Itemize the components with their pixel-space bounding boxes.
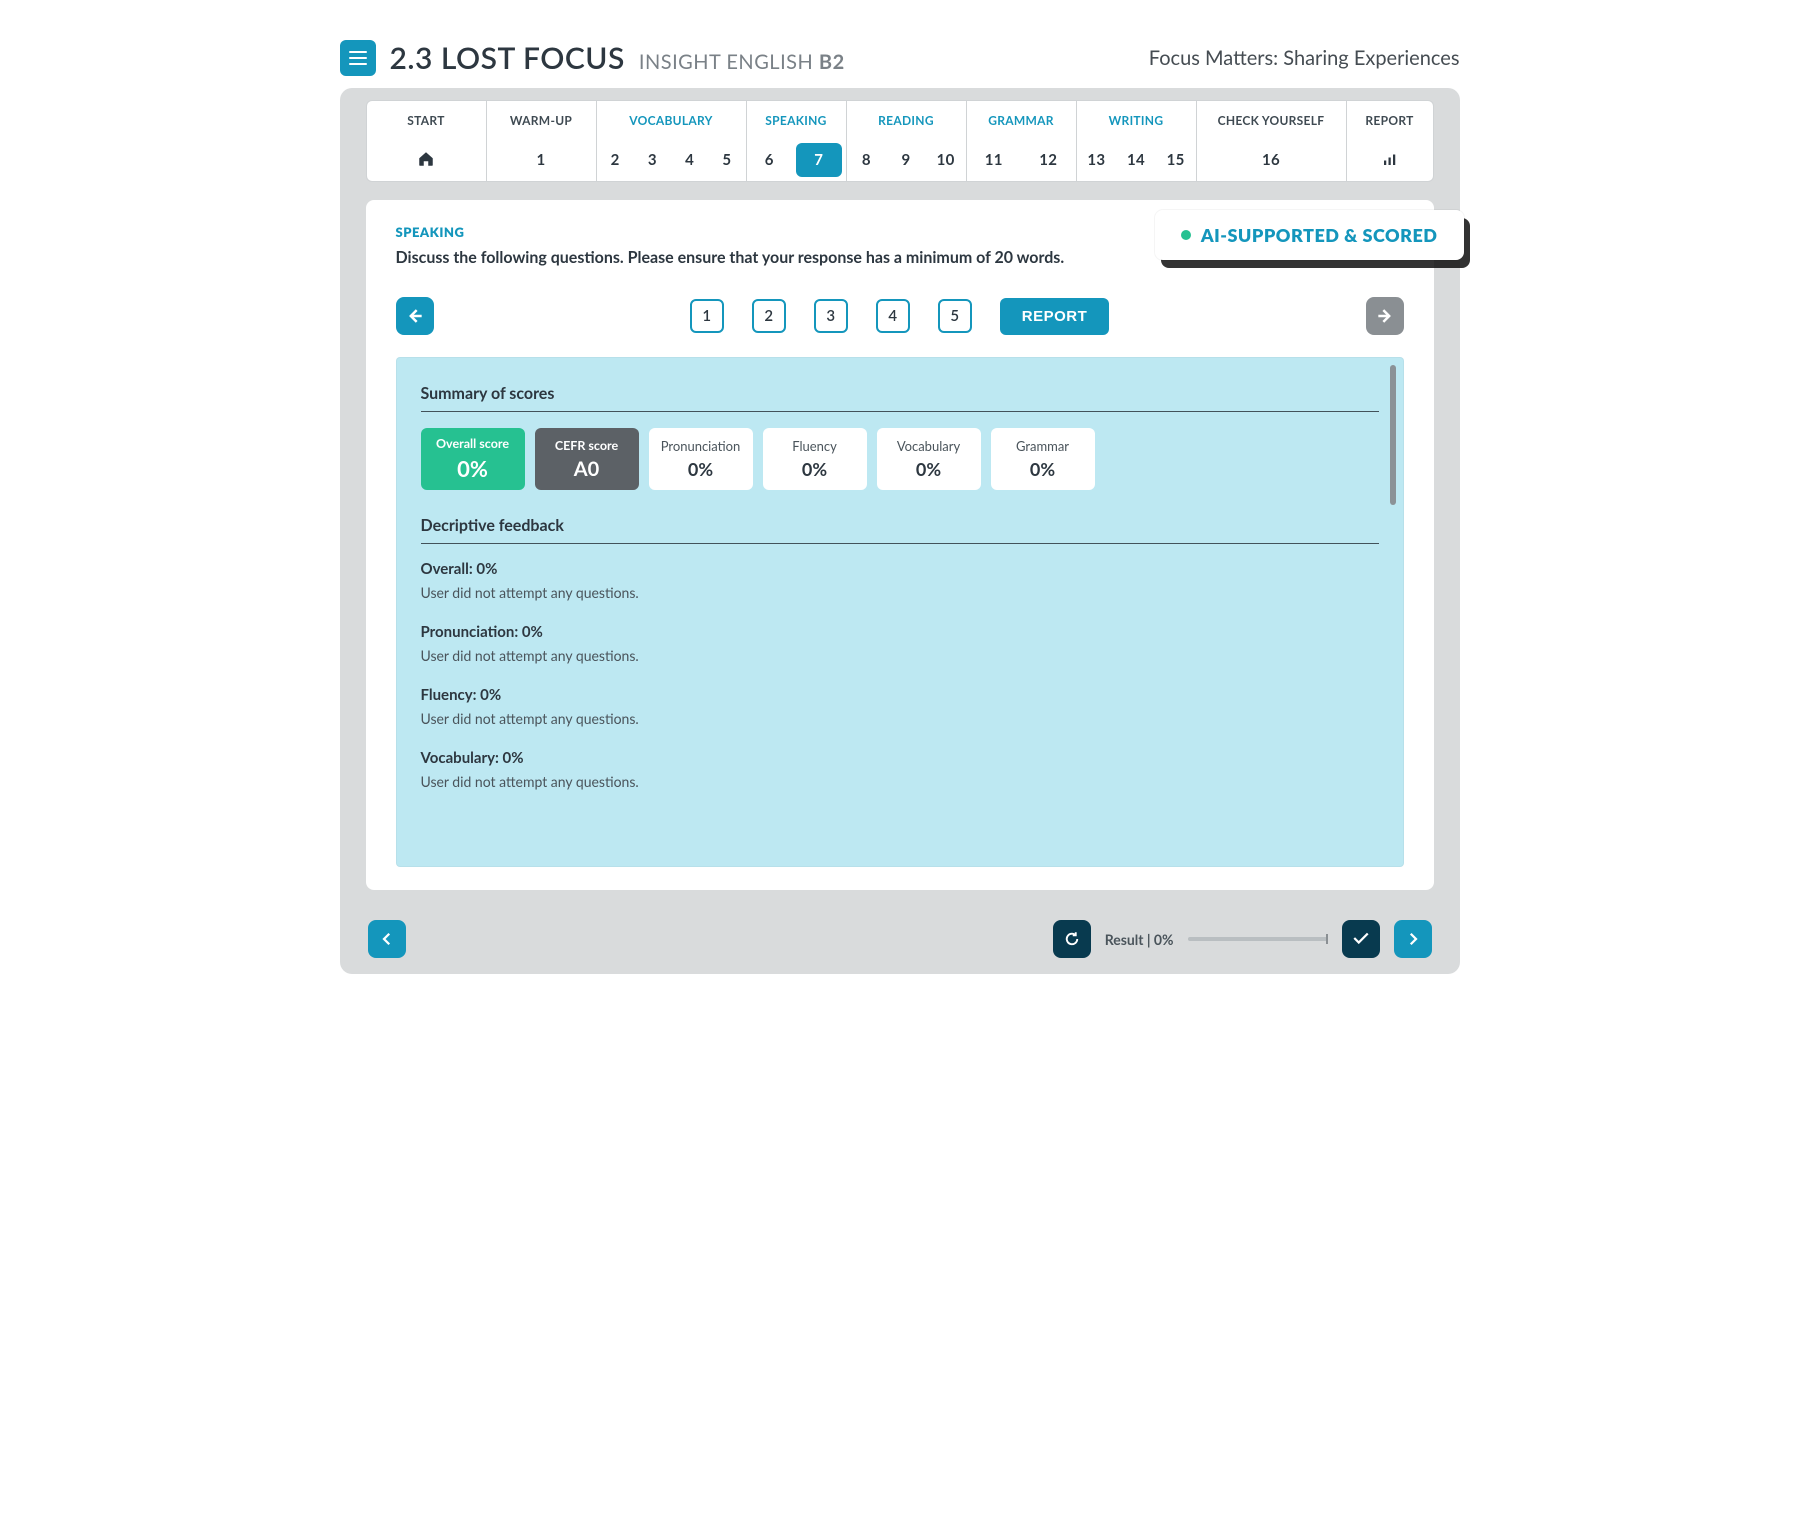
reload-icon [1063,930,1081,948]
arrow-left-icon [405,306,425,326]
ai-badge-label: AI-SUPPORTED & SCORED [1201,224,1438,246]
hamburger-icon [349,57,367,59]
score-fluency: Fluency0% [763,428,867,490]
stepper-label-start[interactable]: START [367,101,487,139]
stepper-label-rep[interactable]: REPORT [1347,101,1433,139]
course-name: INSIGHT ENGLISH B2 [639,50,845,74]
stepper-label-warm[interactable]: WARM-UP [487,101,597,139]
question-2[interactable]: 2 [752,299,786,333]
app-frame: STARTWARM-UPVOCABULARYSPEAKINGREADINGGRA… [340,88,1460,974]
feedback-item: Fluency: 0% User did not attempt any ques… [421,686,1379,727]
score-row: Overall score0%CEFR scoreA0Pronunciation… [421,428,1379,490]
step-3[interactable]: 3 [634,139,671,181]
step-8[interactable]: 8 [847,139,887,181]
step-4[interactable]: 4 [671,139,708,181]
footer-bar: Result | 0% [366,910,1434,974]
stepper-nums-chk: 16 [1197,139,1347,181]
feedback-item-text: User did not attempt any questions. [421,710,1379,727]
feedback-title: Decriptive feedback [421,516,1379,535]
home-icon[interactable] [417,150,435,171]
activity-card: AI-SUPPORTED & SCORED SPEAKING Discuss t… [366,200,1434,890]
step-11[interactable]: 11 [967,139,1022,181]
stepper-nums-rep [1347,139,1433,181]
stepper-label-voc[interactable]: VOCABULARY [597,101,747,139]
confirm-button[interactable] [1342,920,1380,958]
report-button[interactable]: REPORT [1000,298,1110,335]
step-15[interactable]: 15 [1156,139,1196,181]
question-nav: 12345 REPORT [396,297,1404,335]
score-pronunciation: Pronunciation0% [649,428,753,490]
stepper-label-spk[interactable]: SPEAKING [747,101,847,139]
menu-button[interactable] [340,40,376,76]
stepper-label-chk[interactable]: CHECK YOURSELF [1197,101,1347,139]
question-5[interactable]: 5 [938,299,972,333]
step-13[interactable]: 13 [1077,139,1117,181]
step-14[interactable]: 14 [1116,139,1156,181]
scrollbar[interactable] [1390,365,1396,505]
question-4[interactable]: 4 [876,299,910,333]
divider [421,543,1379,544]
lesson-tagline: Focus Matters: Sharing Experiences [1149,46,1460,70]
stepper-label-read[interactable]: READING [847,101,967,139]
step-2[interactable]: 2 [597,139,634,181]
feedback-item: Overall: 0% User did not attempt any ques… [421,560,1379,601]
next-question-button[interactable] [1366,297,1404,335]
score-vocabulary: Vocabulary0% [877,428,981,490]
feedback-item-title: Pronunciation: 0% [421,623,1379,641]
stepper-label-writ[interactable]: WRITING [1077,101,1197,139]
divider [421,411,1379,412]
footer-prev-button[interactable] [368,920,406,958]
report-panel-wrap: Summary of scores Overall score0%CEFR sc… [396,357,1404,867]
score-cefr-score: CEFR scoreA0 [535,428,639,490]
ai-supported-badge: AI-SUPPORTED & SCORED [1155,210,1464,260]
stepper-nums-read: 8910 [847,139,967,181]
check-icon [1352,930,1370,949]
feedback-item-text: User did not attempt any questions. [421,647,1379,664]
report-panel[interactable]: Summary of scores Overall score0%CEFR sc… [396,357,1404,867]
page-header: 2.3 LOST FOCUS INSIGHT ENGLISH B2 Focus … [340,40,1460,76]
stepper-nums-start [367,139,487,181]
feedback-item: Vocabulary: 0% User did not attempt any q… [421,749,1379,790]
stepper-nums-voc: 2345 [597,139,747,181]
chevron-right-icon [1404,930,1422,948]
step-9[interactable]: 9 [886,139,926,181]
lesson-title-block: 2.3 LOST FOCUS INSIGHT ENGLISH B2 [390,40,845,76]
step-6[interactable]: 6 [747,139,793,181]
stepper-nums-gram: 1112 [967,139,1077,181]
lesson-stepper: STARTWARM-UPVOCABULARYSPEAKINGREADINGGRA… [366,100,1434,182]
stepper-nums-spk: 67 [747,139,847,181]
score-grammar: Grammar0% [991,428,1095,490]
chevron-left-icon [378,930,396,948]
prev-question-button[interactable] [396,297,434,335]
status-dot-icon [1181,230,1191,240]
stepper-nums-warm: 1 [487,139,597,181]
question-3[interactable]: 3 [814,299,848,333]
feedback-item-title: Vocabulary: 0% [421,749,1379,767]
step-7[interactable]: 7 [796,143,842,177]
footer-next-button[interactable] [1394,920,1432,958]
feedback-item-text: User did not attempt any questions. [421,773,1379,790]
arrow-right-icon [1375,306,1395,326]
question-1[interactable]: 1 [690,299,724,333]
step-16[interactable]: 16 [1197,139,1346,181]
bar-chart-icon[interactable] [1381,150,1399,171]
stepper-label-gram[interactable]: GRAMMAR [967,101,1077,139]
result-label: Result | 0% [1105,931,1174,948]
result-progress-bar [1188,937,1328,941]
stepper-nums-writ: 131415 [1077,139,1197,181]
feedback-item-text: User did not attempt any questions. [421,584,1379,601]
summary-title: Summary of scores [421,384,1379,403]
feedback-item-title: Overall: 0% [421,560,1379,578]
feedback-item-title: Fluency: 0% [421,686,1379,704]
feedback-item: Pronunciation: 0% User did not attempt an… [421,623,1379,664]
step-10[interactable]: 10 [926,139,966,181]
lesson-code: 2.3 LOST FOCUS [390,40,625,76]
reload-button[interactable] [1053,920,1091,958]
score-overall-score: Overall score0% [421,428,525,490]
step-5[interactable]: 5 [708,139,745,181]
step-12[interactable]: 12 [1021,139,1076,181]
step-1[interactable]: 1 [487,139,596,181]
